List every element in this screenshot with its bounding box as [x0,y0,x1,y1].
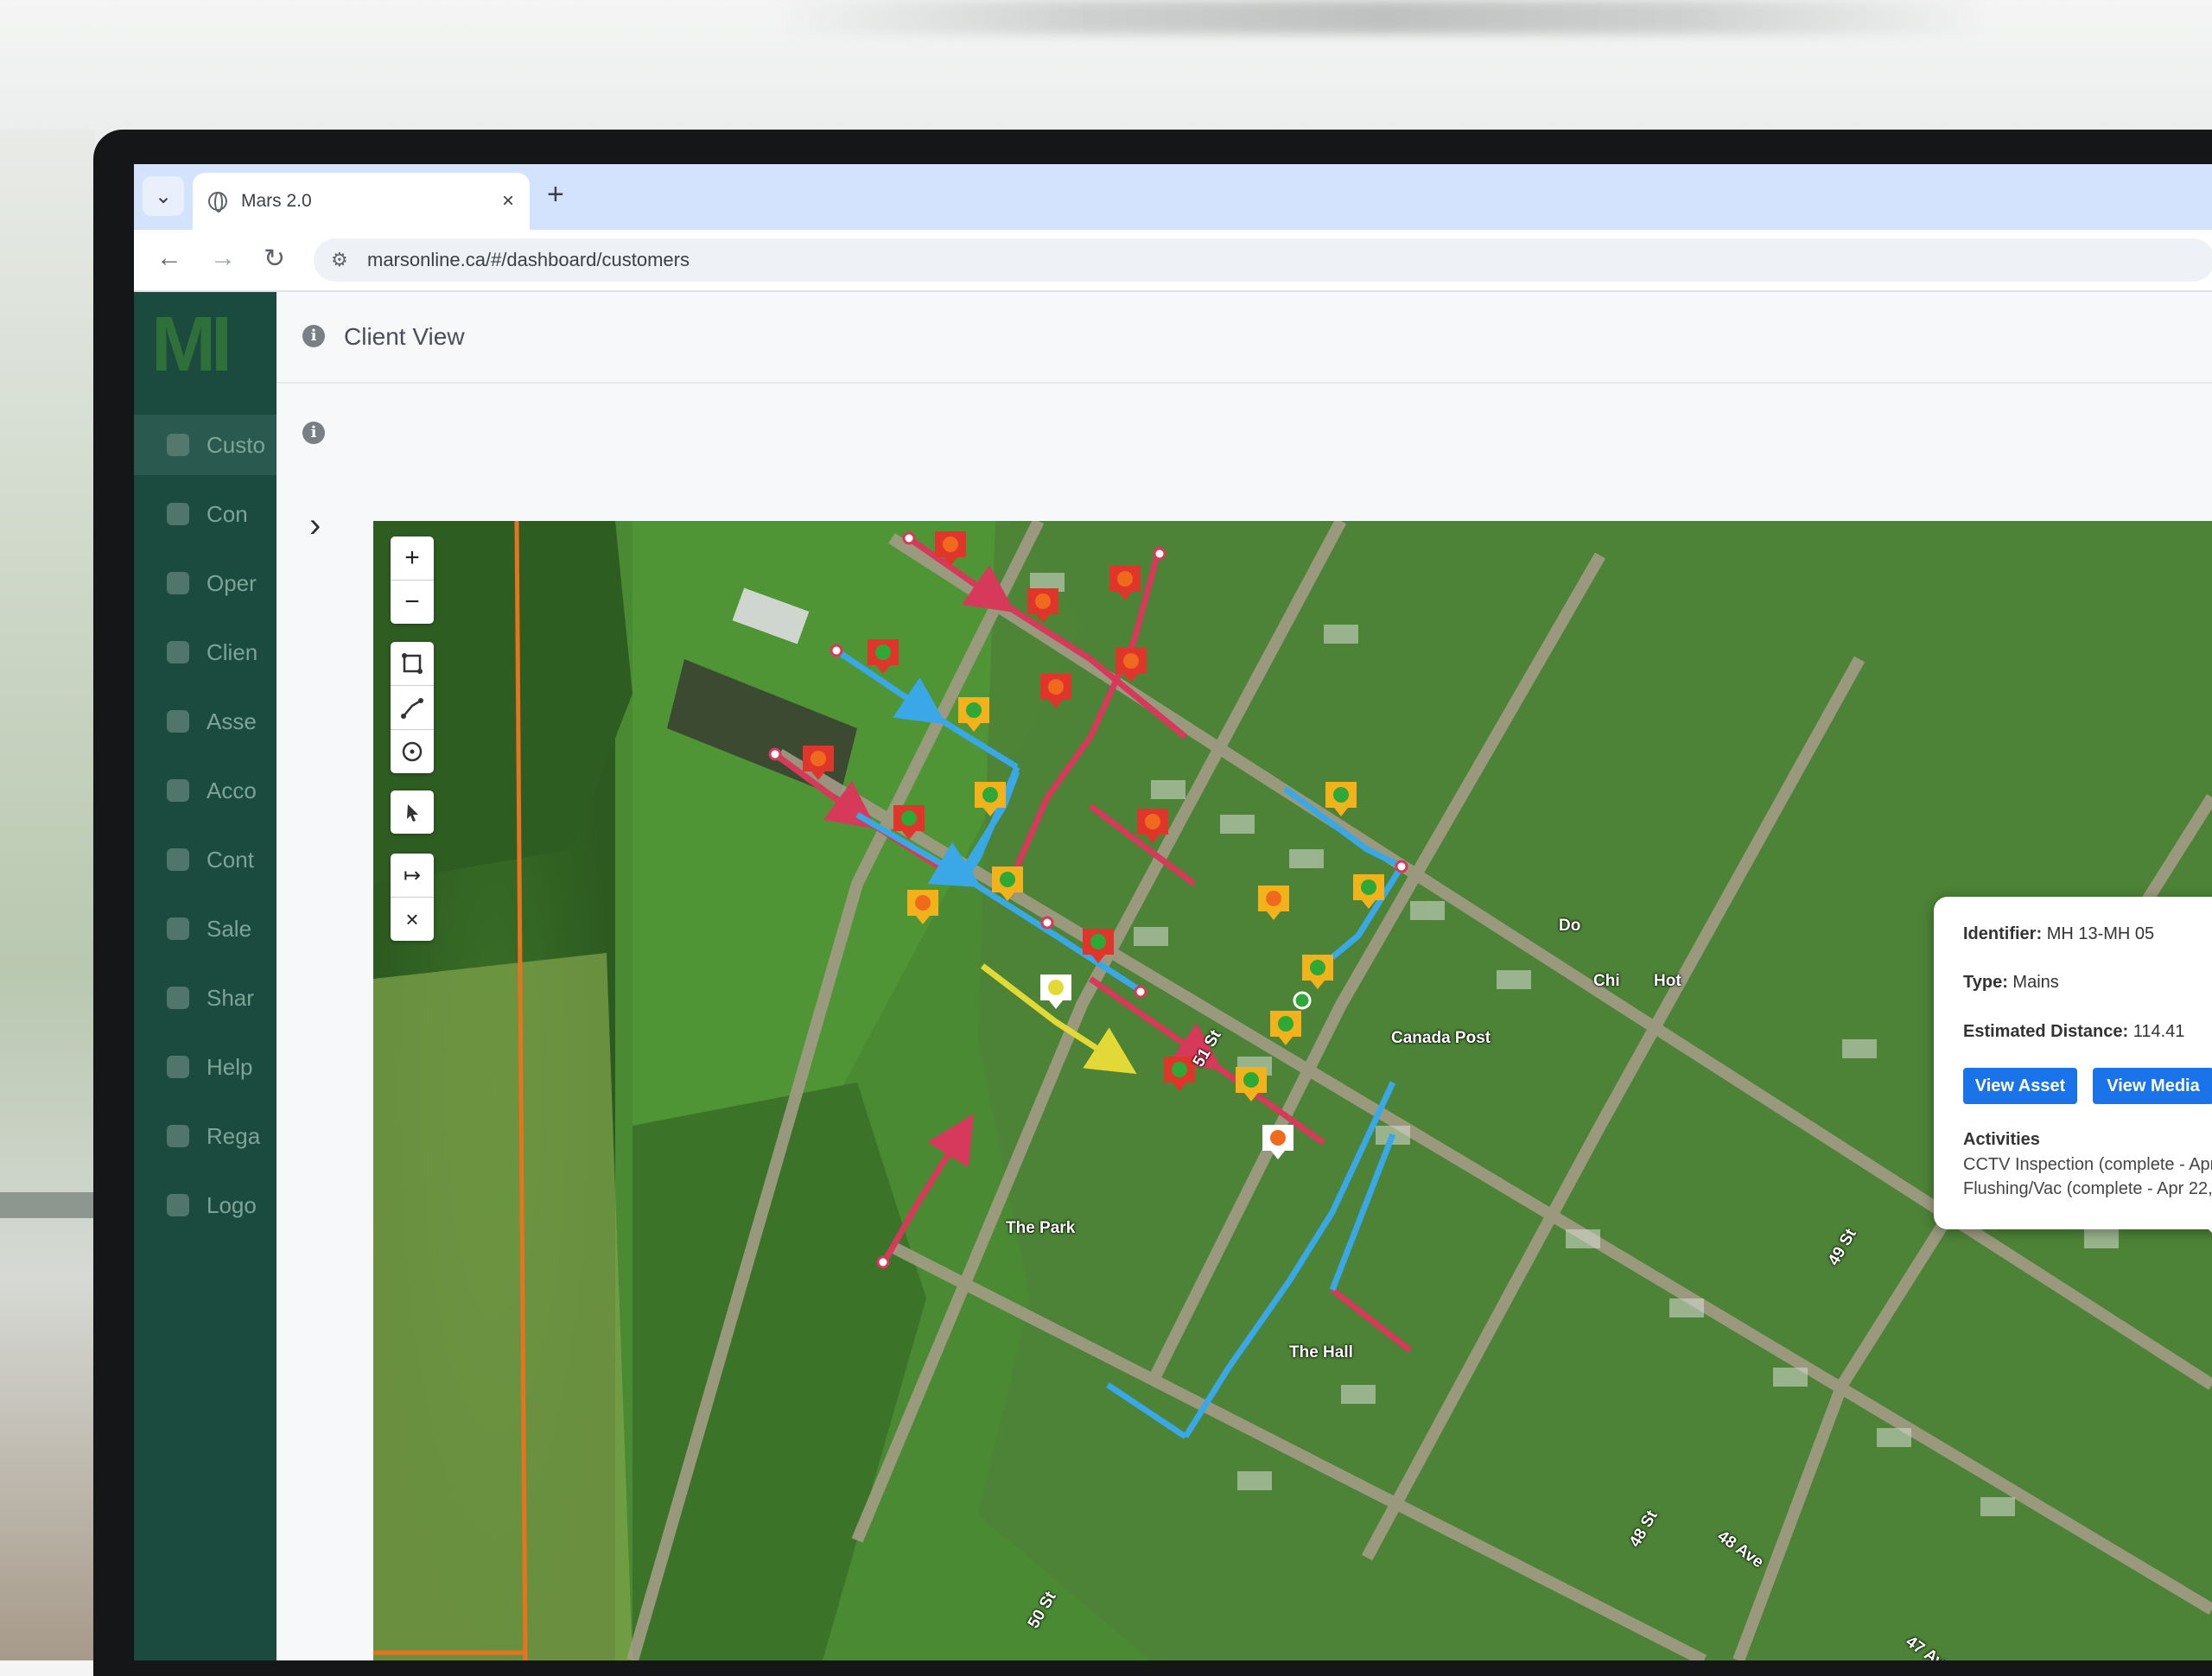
forward-icon[interactable]: → [210,244,236,273]
measure-control: ↦ × [391,854,434,941]
activity-item[interactable]: Flushing/Vac (complete - Apr 22, 2026 10… [1963,1177,2212,1201]
view-asset-button[interactable]: View Asset [1963,1068,2077,1104]
sidebar-item-6[interactable]: Cont [134,829,276,890]
url-text: marsonline.ca/#/dashboard/customers [367,249,690,270]
zoom-control: + − [391,536,434,624]
page-header: i Client View [276,292,2212,384]
sidebar-item-8[interactable]: Shar [134,968,276,1028]
back-icon[interactable]: ← [156,244,182,273]
field-area [373,953,632,1660]
sidebar-item-10[interactable]: Rega [134,1106,276,1166]
map-label: Hot [1654,972,1681,990]
draw-line-button[interactable] [391,686,434,730]
sidebar-item-customers[interactable]: Custo [134,415,276,475]
reload-icon[interactable]: ↻ [264,244,285,274]
main-content: i Client View i › The Park The Hall Cana… [276,292,2212,1660]
sidebar-item-1[interactable]: Con [134,484,276,544]
browser-tab[interactable]: Mars 2.0 × [193,173,530,230]
box-icon [167,710,189,733]
file-icon [167,848,189,871]
view-media-button[interactable]: View Media [2093,1068,2212,1104]
activity-text: Flushing/Vac (complete - Apr 22, 2026 10… [1963,1178,2212,1198]
circle-icon [402,741,423,762]
select-tool-button[interactable] [391,790,434,834]
activities-label: Activities [1963,1130,2040,1149]
type-row: Type: Mains [1963,973,2059,993]
clock-icon [167,572,189,594]
tab-search-button[interactable]: ⌄ [143,176,184,216]
activity-item[interactable]: CCTV Inspection (complete - Apr 27, 2026… [1963,1152,2212,1177]
background-blur [778,0,1987,35]
background-window [0,130,95,1660]
identifier-value: MH 13-MH 05 [2046,924,2155,943]
chevron-down-icon: ⌄ [154,184,173,208]
asset-popup: Identifier: MH 13-MH 05 Type: Mains Esti… [1934,897,2212,1241]
help-icon [167,1056,189,1078]
share-icon [167,987,189,1009]
zoom-in-button[interactable]: + [391,536,434,581]
app-sidebar: MI Custo Con Oper Clien Asse Acco Cont S… [134,292,276,1660]
identifier-row: Identifier: MH 13-MH 05 [1963,924,2154,944]
url-field[interactable]: ⚙ marsonline.ca/#/dashboard/customers [314,238,2212,282]
zoom-out-button[interactable]: − [391,581,434,624]
draw-control [391,642,434,773]
map-label: The Park [1006,1219,1076,1237]
sidebar-item-4[interactable]: Asse [134,691,276,752]
sidebar-item-9[interactable]: Help [134,1037,276,1097]
pointer-icon [407,804,418,822]
sidebar-item-5[interactable]: Acco [134,760,276,821]
card-icon [167,641,189,663]
sidebar-item-11[interactable]: Logo [134,1175,276,1235]
draw-circle-button[interactable] [391,730,434,773]
info-icon[interactable]: i [302,325,325,347]
identifier-label: Identifier: [1963,924,2043,943]
info-icon[interactable]: i [302,422,325,444]
screen: ⌄ Mars 2.0 × + ← → ↻ ⚙ marsonline.ca/#/d… [134,164,2212,1660]
new-tab-button[interactable]: + [547,178,564,212]
logout-icon [167,1194,189,1216]
gear-icon [167,503,189,525]
app-logo: MI [151,302,232,388]
map-label: Chi [1593,972,1620,990]
draw-rectangle-button[interactable] [391,642,434,686]
measure-button[interactable]: ↦ [391,854,434,898]
tab-title: Mars 2.0 [241,191,312,211]
globe-icon [208,192,227,213]
map-label: The Hall [1289,1343,1353,1362]
site-info-icon[interactable]: ⚙ [331,249,348,271]
distance-label: Estimated Distance: [1963,1022,2129,1041]
distance-row: Estimated Distance: 114.41 [1963,1022,2184,1042]
browser-tab-bar: ⌄ Mars 2.0 × + [134,164,2212,230]
page-title: Client View [344,323,465,350]
sidebar-item-7[interactable]: Sale [134,898,276,959]
activity-text: CCTV Inspection (complete - Apr 27, 2026… [1963,1154,2212,1174]
map-label: Do [1559,917,1581,935]
folder-icon [167,779,189,802]
browser-address-bar: ← → ↻ ⚙ marsonline.ca/#/dashboard/custom… [134,230,2212,292]
book-icon [167,1125,189,1147]
dot-green [1293,991,1312,1010]
expand-panel-button[interactable]: › [309,506,321,545]
type-label: Type: [1963,973,2008,992]
sidebar-item-2[interactable]: Oper [134,553,276,613]
tab-close-icon[interactable]: × [502,189,514,213]
sidebar-item-3[interactable]: Clien [134,622,276,682]
distance-value: 114.41 [2133,1022,2185,1041]
polyline-icon [401,698,423,719]
map-label: Canada Post [1391,1029,1491,1047]
type-value: Mains [2012,973,2059,992]
user-icon [167,434,189,456]
select-control [391,790,434,834]
clear-button[interactable]: × [391,898,434,941]
rectangle-icon [402,653,423,674]
globe-icon [167,917,189,940]
